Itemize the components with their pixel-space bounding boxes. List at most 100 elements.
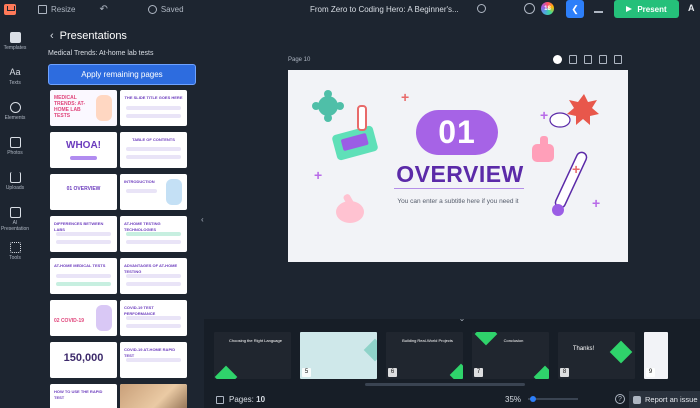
thumb-photo bbox=[120, 384, 187, 408]
report-label: Report an issue bbox=[645, 395, 698, 404]
thumb-bar bbox=[126, 324, 181, 328]
template-thumb[interactable]: HOW TO USE THE RAPID TEST bbox=[50, 384, 117, 408]
add-page-icon[interactable] bbox=[599, 55, 607, 64]
delete-icon[interactable] bbox=[614, 55, 622, 64]
template-thumb[interactable]: AT-HOME TESTING TECHNOLOGIES bbox=[120, 216, 187, 252]
rail-item-ai-presentation[interactable]: AI Presentation bbox=[0, 203, 30, 238]
pages-icon bbox=[216, 395, 224, 404]
thumb-title: HOW TO USE THE RAPID TEST bbox=[54, 389, 103, 400]
share-button[interactable]: ❮ bbox=[566, 0, 584, 18]
green-shape bbox=[449, 363, 463, 379]
avatar[interactable]: 18 bbox=[541, 2, 554, 15]
template-thumb[interactable]: WHOA! bbox=[50, 132, 117, 168]
page-thumb[interactable]: 5 bbox=[300, 332, 377, 379]
profile-glyph[interactable]: A bbox=[688, 3, 695, 13]
thumb-bar bbox=[126, 189, 157, 193]
page-thumb[interactable]: Choosing the Right Language bbox=[214, 332, 291, 379]
rail-item-texts[interactable]: Aa Texts bbox=[0, 63, 30, 98]
rail-label: Templates bbox=[3, 45, 27, 51]
save-status: Saved bbox=[147, 0, 184, 18]
help-icon[interactable]: ? bbox=[615, 394, 625, 404]
slide-background-icon[interactable] bbox=[553, 55, 562, 64]
template-thumb[interactable] bbox=[120, 384, 187, 408]
presentations-panel: ‹ Presentations Medical Trends: At-home … bbox=[40, 28, 200, 408]
panel-title: Presentations bbox=[59, 30, 127, 42]
template-thumbnails: MEDICAL TRENDS: AT-HOME LAB TESTS THE SL… bbox=[50, 90, 200, 408]
template-thumb[interactable]: THE SLIDE TITLE GOES HERE bbox=[120, 90, 187, 126]
thumb-bar bbox=[126, 232, 181, 236]
rail-label: Texts bbox=[9, 80, 21, 86]
template-thumb[interactable]: COVID-19 TEST PERFORMANCE bbox=[120, 300, 187, 336]
page-number: 9 bbox=[646, 368, 655, 377]
sparkle-icon: + bbox=[401, 89, 410, 105]
saved-label: Saved bbox=[160, 4, 184, 14]
thumb-bar bbox=[56, 240, 111, 244]
green-shape bbox=[609, 340, 633, 364]
thumb-bar bbox=[126, 114, 181, 118]
slide-subtitle[interactable]: You can enter a subtitle here if you nee… bbox=[348, 198, 568, 205]
page-thumb-caption: Choosing the Right Language bbox=[229, 338, 282, 343]
rail-item-uploads[interactable]: Uploads bbox=[0, 168, 30, 203]
thumb-bar bbox=[126, 358, 181, 362]
thumb-title: 01 OVERVIEW bbox=[66, 186, 101, 192]
history-icon[interactable] bbox=[477, 4, 486, 13]
thumb-bar bbox=[126, 155, 181, 159]
text-icon: Aa bbox=[9, 67, 21, 77]
sparkle-icon: + bbox=[592, 195, 601, 211]
templates-icon bbox=[9, 32, 21, 43]
template-thumb[interactable]: 02 COVID-19 bbox=[50, 300, 117, 336]
page-thumb[interactable]: Thanks! 8 bbox=[558, 332, 635, 379]
download-icon[interactable] bbox=[594, 4, 603, 13]
rail-label: Photos bbox=[7, 150, 23, 156]
section-number[interactable]: 01 bbox=[416, 110, 498, 155]
page-thumb[interactable]: Conclusion 7 bbox=[472, 332, 549, 379]
rail-item-photos[interactable]: Photos bbox=[0, 133, 30, 168]
palette-icon[interactable] bbox=[524, 3, 535, 14]
apply-remaining-pages-button[interactable]: Apply remaining pages bbox=[48, 64, 196, 85]
uploads-icon bbox=[9, 172, 21, 183]
copy-icon[interactable] bbox=[584, 55, 592, 64]
zoom-knob[interactable] bbox=[530, 396, 536, 402]
share-icon: ❮ bbox=[571, 3, 579, 14]
thumb-bar bbox=[126, 240, 181, 244]
thumb-bar bbox=[126, 274, 181, 278]
page-thumb[interactable]: Building Real-World Projects 6 bbox=[386, 332, 463, 379]
strip-scrollbar[interactable] bbox=[365, 383, 525, 386]
collapse-strip-icon[interactable]: ⌄ bbox=[455, 314, 469, 323]
present-button[interactable]: Present bbox=[614, 0, 679, 18]
template-thumb[interactable]: 01 OVERVIEW bbox=[50, 174, 117, 210]
template-thumb[interactable]: DIFFERENCES BETWEEN LABS bbox=[50, 216, 117, 252]
document-title[interactable]: From Zero to Coding Hero: A Beginner's..… bbox=[310, 0, 459, 18]
rail-item-templates[interactable]: Templates bbox=[0, 28, 30, 63]
template-thumb[interactable]: INTRODUCTION bbox=[120, 174, 187, 210]
template-thumb[interactable]: MEDICAL TRENDS: AT-HOME LAB TESTS bbox=[50, 90, 117, 126]
thermometer-sticker bbox=[552, 151, 588, 216]
zoom-level: 35% bbox=[505, 395, 522, 404]
rail-item-elements[interactable]: Elements bbox=[0, 98, 30, 133]
template-thumb[interactable]: ADVANTAGES OF AT-HOME TESTING bbox=[120, 258, 187, 294]
thumb-bar bbox=[56, 274, 111, 278]
cloud-icon bbox=[147, 4, 157, 14]
page-thumb[interactable]: 9 bbox=[644, 332, 668, 379]
page-number: 6 bbox=[388, 368, 397, 377]
template-thumb[interactable]: 150,000 bbox=[50, 342, 117, 378]
pages-info[interactable]: Pages: 10 bbox=[216, 395, 265, 404]
collapse-panel-icon[interactable]: ‹ bbox=[201, 215, 207, 225]
thumb-bar bbox=[126, 147, 181, 151]
virus-sticker bbox=[312, 90, 344, 122]
undo-button[interactable]: ↶ bbox=[99, 0, 107, 18]
slide-canvas[interactable]: + + + + + 01 OVERVIEW You can enter a su… bbox=[288, 70, 628, 262]
duplicate-icon[interactable] bbox=[569, 55, 577, 64]
template-thumb[interactable]: AT-HOME MEDICAL TESTS bbox=[50, 258, 117, 294]
page-number: 8 bbox=[560, 368, 569, 377]
rail-item-tools[interactable]: Tools bbox=[0, 238, 30, 273]
report-issue-button[interactable]: Report an issue bbox=[629, 391, 700, 408]
template-thumb[interactable]: COVID-19 AT-HOME RAPID TEST bbox=[120, 342, 187, 378]
template-thumb[interactable]: TABLE OF CONTENTS bbox=[120, 132, 187, 168]
slide-heading[interactable]: OVERVIEW bbox=[392, 161, 528, 188]
app-logo[interactable] bbox=[0, 0, 20, 18]
back-chevron-icon[interactable]: ‹ bbox=[50, 30, 54, 42]
page-label: Page 10 bbox=[288, 57, 311, 63]
resize-button[interactable]: Resize bbox=[38, 0, 75, 18]
thumb-bar bbox=[126, 106, 181, 110]
